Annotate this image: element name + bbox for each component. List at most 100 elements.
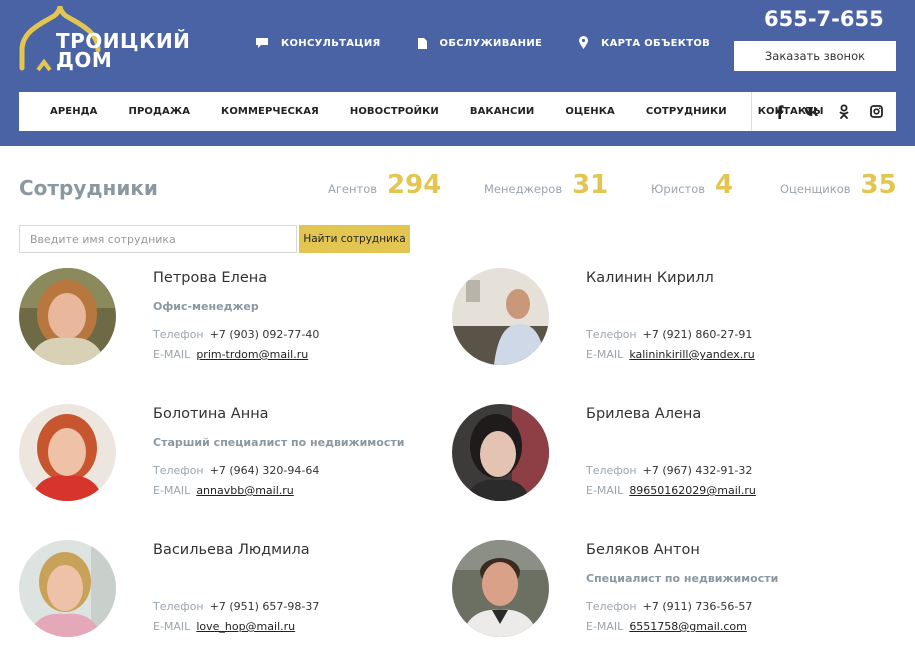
phone-label: Телефон: [586, 600, 637, 613]
employee-phone-line: Телефон +7 (967) 432-91-32: [586, 464, 752, 477]
logo[interactable]: ТРОИЦКИЙ ДОМ: [18, 4, 190, 74]
employee-role: Специалист по недвижимости: [586, 572, 779, 585]
employee-name: Брилева Алена: [586, 406, 702, 422]
nav-rent[interactable]: АРЕНДА: [50, 106, 98, 117]
stat-value: 4: [715, 170, 734, 200]
phone-label: Телефон: [153, 464, 204, 477]
employee-photo: [19, 268, 116, 365]
stat-appraisers: Оценщиков 35: [780, 170, 897, 200]
main-navigation: АРЕНДА ПРОДАЖА КОММЕРЧЕСКАЯ НОВОСТРОЙКИ …: [19, 92, 896, 131]
employee-card: Калинин Кирилл Телефон +7 (921) 860-27-91…: [452, 268, 872, 378]
document-icon: [417, 37, 427, 49]
employee-phone[interactable]: +7 (964) 320-94-64: [210, 464, 320, 477]
employee-name: Петрова Елена: [153, 270, 268, 286]
employee-email-line: E-MAIL prim-trdom@mail.ru: [153, 348, 308, 361]
logo-text: ТРОИЦКИЙ ДОМ: [56, 31, 190, 72]
employee-email-link[interactable]: love_hop@mail.ru: [196, 620, 295, 633]
employee-phone[interactable]: +7 (967) 432-91-32: [643, 464, 753, 477]
employee-card: Болотина Анна Старший специалист по недв…: [19, 404, 439, 514]
employee-card: Васильева Людмила Телефон +7 (951) 657-98…: [19, 540, 439, 646]
employee-name: Васильева Людмила: [153, 542, 310, 558]
employee-photo: [452, 268, 549, 365]
employee-name: Калинин Кирилл: [586, 270, 714, 286]
email-label: E-MAIL: [153, 620, 191, 633]
instagram-icon[interactable]: [860, 102, 892, 122]
employee-email-line: E-MAIL love_hop@mail.ru: [153, 620, 295, 633]
topnav-label: ОБСЛУЖИВАНИЕ: [439, 37, 543, 49]
email-label: E-MAIL: [586, 348, 624, 361]
employee-photo: [452, 540, 549, 637]
employee-email-line: E-MAIL annavbb@mail.ru: [153, 484, 294, 497]
employee-email-line: E-MAIL 89650162029@mail.ru: [586, 484, 756, 497]
nav-new-buildings[interactable]: НОВОСТРОЙКИ: [350, 106, 439, 117]
nav-commercial[interactable]: КОММЕРЧЕСКАЯ: [221, 106, 319, 117]
employee-phone-line: Телефон +7 (951) 657-98-37: [153, 600, 319, 613]
employee-phone[interactable]: +7 (921) 860-27-91: [643, 328, 753, 341]
nav-valuation[interactable]: ОЦЕНКА: [565, 106, 615, 117]
social-links: [751, 92, 892, 131]
stat-managers: Менеджеров 31: [484, 170, 608, 200]
top-navigation: КОНСУЛЬТАЦИЯ ОБСЛУЖИВАНИЕ КАРТА ОБЪЕКТОВ: [255, 36, 746, 50]
employee-phone[interactable]: +7 (951) 657-98-37: [210, 600, 320, 613]
phone-label: Телефон: [153, 600, 204, 613]
main-navigation-items: АРЕНДА ПРОДАЖА КОММЕРЧЕСКАЯ НОВОСТРОЙКИ …: [19, 92, 823, 131]
phone-label: Телефон: [586, 328, 637, 341]
email-label: E-MAIL: [586, 484, 624, 497]
phone-label: Телефон: [153, 328, 204, 341]
employee-photo: [452, 404, 549, 501]
find-employee-button[interactable]: Найти сотрудника: [299, 225, 410, 253]
employee-card: Беляков Антон Специалист по недвижимости…: [452, 540, 872, 646]
employee-card: Петрова Елена Офис-менеджер Телефон +7 (9…: [19, 268, 439, 378]
phone-label: Телефон: [586, 464, 637, 477]
stat-lawyers: Юристов 4: [651, 170, 733, 200]
email-label: E-MAIL: [586, 620, 624, 633]
employee-name: Болотина Анна: [153, 406, 269, 422]
stat-value: 31: [572, 170, 609, 200]
employee-photo: [19, 540, 116, 637]
employee-phone[interactable]: +7 (903) 092-77-40: [210, 328, 320, 341]
employee-email-link[interactable]: 89650162029@mail.ru: [629, 484, 756, 497]
stat-value: 294: [387, 170, 442, 200]
vk-icon[interactable]: [796, 102, 828, 122]
employee-photo: [19, 404, 116, 501]
stat-label: Менеджеров: [484, 182, 563, 196]
employee-email-line: E-MAIL 6551758@gmail.com: [586, 620, 747, 633]
chat-icon: [256, 38, 268, 48]
topnav-service[interactable]: ОБСЛУЖИВАНИЕ: [417, 36, 543, 50]
topnav-map[interactable]: КАРТА ОБЪЕКТОВ: [578, 36, 710, 50]
employee-card: Брилева Алена Телефон +7 (967) 432-91-32 …: [452, 404, 872, 514]
logo-line-2: ДОМ: [56, 48, 113, 72]
nav-employees[interactable]: СОТРУДНИКИ: [646, 106, 727, 117]
stat-label: Юристов: [651, 182, 706, 196]
employee-email-link[interactable]: kalininkirill@yandex.ru: [629, 348, 754, 361]
employee-name: Беляков Антон: [586, 542, 700, 558]
page-title: Сотрудники: [19, 176, 158, 200]
stat-agents: Агентов 294: [328, 170, 441, 200]
employee-email-link[interactable]: 6551758@gmail.com: [629, 620, 747, 633]
employee-role: Старший специалист по недвижимости: [153, 436, 405, 449]
callback-button[interactable]: Заказать звонок: [734, 41, 896, 71]
employee-phone-line: Телефон +7 (964) 320-94-64: [153, 464, 319, 477]
header-phone[interactable]: 655-7-655: [764, 7, 884, 31]
employee-search-input[interactable]: [19, 225, 297, 253]
facebook-icon[interactable]: [764, 102, 796, 122]
stat-label: Агентов: [328, 182, 378, 196]
topnav-consultation[interactable]: КОНСУЛЬТАЦИЯ: [255, 36, 381, 50]
email-label: E-MAIL: [153, 348, 191, 361]
nav-vacancies[interactable]: ВАКАНСИИ: [470, 106, 535, 117]
employee-phone-line: Телефон +7 (903) 092-77-40: [153, 328, 319, 341]
map-pin-icon: [579, 36, 589, 49]
employee-email-link[interactable]: prim-trdom@mail.ru: [196, 348, 308, 361]
employee-email-link[interactable]: annavbb@mail.ru: [196, 484, 293, 497]
employee-email-line: E-MAIL kalininkirill@yandex.ru: [586, 348, 755, 361]
nav-sale[interactable]: ПРОДАЖА: [129, 106, 191, 117]
email-label: E-MAIL: [153, 484, 191, 497]
topnav-label: КАРТА ОБЪЕКТОВ: [601, 37, 711, 49]
stat-value: 35: [860, 170, 897, 200]
site-header: ТРОИЦКИЙ ДОМ КОНСУЛЬТАЦИЯ ОБСЛУЖИВАНИЕ К…: [0, 0, 915, 146]
odnoklassniki-icon[interactable]: [828, 102, 860, 122]
employee-phone[interactable]: +7 (911) 736-56-57: [643, 600, 753, 613]
topnav-label: КОНСУЛЬТАЦИЯ: [281, 37, 381, 49]
employee-role: Офис-менеджер: [153, 300, 259, 313]
stat-label: Оценщиков: [780, 182, 851, 196]
